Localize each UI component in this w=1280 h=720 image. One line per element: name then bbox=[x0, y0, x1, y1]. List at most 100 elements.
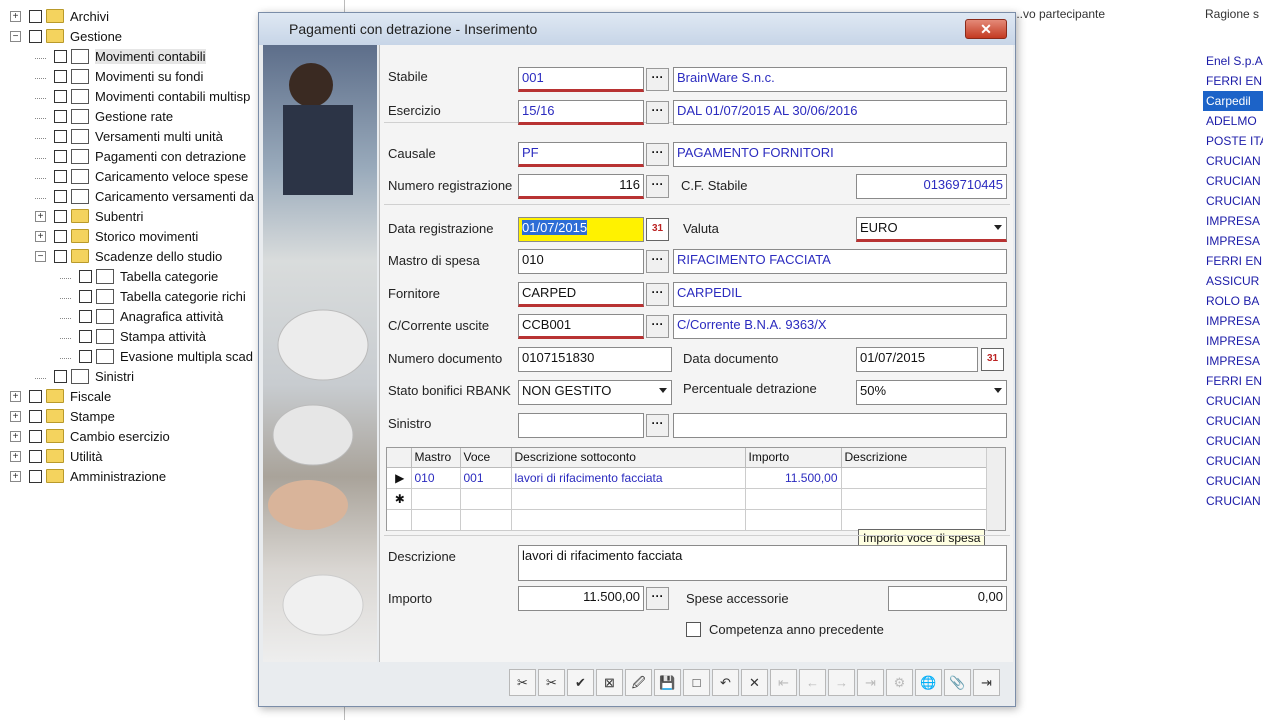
esercizio-lookup-button[interactable]: ··· bbox=[646, 101, 669, 124]
first-record-icon[interactable]: ⇤ bbox=[770, 669, 797, 696]
grid-cell-empty[interactable] bbox=[745, 488, 842, 510]
tree-item-checkbox[interactable] bbox=[79, 349, 92, 363]
numero-documento-field[interactable]: 0107151830 bbox=[518, 347, 672, 372]
tree-item[interactable]: Movimenti contabili multisp bbox=[35, 86, 250, 106]
list-item[interactable]: CRUCIAN bbox=[1203, 191, 1263, 211]
dialog-titlebar[interactable]: Pagamenti con detrazione - Inserimento ✕ bbox=[259, 13, 1015, 45]
tree-item[interactable]: Tabella categorie richi bbox=[60, 286, 246, 306]
list-item[interactable]: IMPRESA bbox=[1203, 211, 1263, 231]
causale-lookup-button[interactable]: ··· bbox=[646, 143, 669, 166]
importo-lookup-button[interactable]: ··· bbox=[646, 587, 669, 610]
causale-code-field[interactable]: PF bbox=[518, 142, 644, 167]
settings-icon[interactable]: ⚙ bbox=[886, 669, 913, 696]
tree-item[interactable]: + Utilità bbox=[10, 446, 103, 466]
column-header-partecipante[interactable]: ...vo partecipante bbox=[1013, 0, 1105, 28]
grid-cell-empty[interactable] bbox=[511, 488, 746, 510]
calendar-icon[interactable]: 31 bbox=[981, 348, 1004, 371]
cut-alt-icon[interactable]: ✂ bbox=[538, 669, 565, 696]
grid-header-descrizione-sottoconto[interactable]: Descrizione sottoconto bbox=[511, 448, 746, 468]
sinistro-desc-field[interactable] bbox=[673, 413, 1007, 438]
tree-item[interactable]: Versamenti multi unità bbox=[35, 126, 223, 146]
table-row-new[interactable]: ✱ bbox=[387, 488, 988, 510]
collapse-icon[interactable]: − bbox=[35, 250, 46, 262]
tree-item[interactable]: + Cambio esercizio bbox=[10, 426, 170, 446]
tree-item[interactable]: Caricamento versamenti da bbox=[35, 186, 254, 206]
tree-item-checkbox[interactable] bbox=[79, 309, 92, 323]
numero-registrazione-field[interactable]: 116 bbox=[518, 174, 644, 199]
fornitore-desc-field[interactable]: CARPEDIL bbox=[673, 282, 1007, 307]
expand-icon[interactable]: + bbox=[10, 470, 21, 482]
tree-item-checkbox[interactable] bbox=[54, 49, 67, 63]
list-item[interactable]: CRUCIAN bbox=[1203, 151, 1263, 171]
sinistro-code-field[interactable] bbox=[518, 413, 644, 438]
grid-cell-empty[interactable] bbox=[460, 488, 512, 510]
tree-item[interactable]: Movimenti contabili bbox=[35, 46, 206, 66]
collapse-icon[interactable]: − bbox=[10, 30, 21, 42]
list-item[interactable]: CRUCIAN bbox=[1203, 391, 1263, 411]
causale-desc-field[interactable]: PAGAMENTO FORNITORI bbox=[673, 142, 1007, 167]
tree-item[interactable]: Gestione rate bbox=[35, 106, 173, 126]
tree-item[interactable]: Tabella categorie bbox=[60, 266, 218, 286]
list-item[interactable]: POSTE ITA bbox=[1203, 131, 1263, 151]
list-item[interactable]: CRUCIAN bbox=[1203, 171, 1263, 191]
tree-item-checkbox[interactable] bbox=[29, 449, 42, 463]
tree-item[interactable]: + Amministrazione bbox=[10, 466, 166, 486]
save-icon[interactable]: 💾 bbox=[654, 669, 681, 696]
data-documento-field[interactable]: 01/07/2015 bbox=[856, 347, 978, 372]
grid-cell-mastro[interactable]: 010 bbox=[411, 467, 461, 489]
list-item[interactable]: CRUCIAN bbox=[1203, 491, 1263, 511]
tree-item-checkbox[interactable] bbox=[29, 9, 42, 23]
stato-bonifici-select[interactable]: NON GESTITO bbox=[518, 380, 672, 405]
tree-item-checkbox[interactable] bbox=[79, 329, 92, 343]
tree-item-checkbox[interactable] bbox=[54, 249, 67, 263]
data-registrazione-field[interactable]: 01/07/2015 bbox=[518, 217, 644, 242]
esercizio-desc-field[interactable]: DAL 01/07/2015 AL 30/06/2016 bbox=[673, 100, 1007, 125]
cut-icon[interactable]: ✂ bbox=[509, 669, 536, 696]
list-item[interactable]: IMPRESA bbox=[1203, 311, 1263, 331]
grid-header-mastro[interactable]: Mastro bbox=[411, 448, 461, 468]
stabile-desc-field[interactable]: BrainWare S.n.c. bbox=[673, 67, 1007, 92]
undo-icon[interactable]: ↶ bbox=[712, 669, 739, 696]
expand-icon[interactable]: + bbox=[10, 450, 21, 462]
tree-item[interactable]: Evasione multipla scad bbox=[60, 346, 253, 366]
spese-accessorie-field[interactable]: 0,00 bbox=[888, 586, 1007, 611]
list-item[interactable]: IMPRESA bbox=[1203, 351, 1263, 371]
expand-icon[interactable]: + bbox=[10, 430, 21, 442]
list-item[interactable]: ASSICUR bbox=[1203, 271, 1263, 291]
tree-item[interactable]: Stampa attività bbox=[60, 326, 206, 346]
importo-field[interactable]: 11.500,00 bbox=[518, 586, 644, 611]
list-item[interactable]: Enel S.p.A bbox=[1203, 51, 1263, 71]
tree-item[interactable]: Caricamento veloce spese bbox=[35, 166, 248, 186]
tree-item-checkbox[interactable] bbox=[54, 229, 67, 243]
list-item[interactable]: FERRI ENI bbox=[1203, 71, 1263, 91]
close-button[interactable]: ✕ bbox=[965, 19, 1007, 39]
list-item[interactable]: CRUCIAN bbox=[1203, 411, 1263, 431]
grid-cell-voce[interactable]: 001 bbox=[460, 467, 512, 489]
tree-item-checkbox[interactable] bbox=[29, 429, 42, 443]
delete-record-icon[interactable]: ⊠ bbox=[596, 669, 623, 696]
list-item[interactable]: CRUCIAN bbox=[1203, 471, 1263, 491]
grid-cell-descrizione-sottoconto[interactable]: lavori di rifacimento facciata bbox=[511, 467, 746, 489]
expense-grid[interactable]: Mastro Voce Descrizione sottoconto Impor… bbox=[386, 447, 1006, 531]
last-record-icon[interactable]: ⇥ bbox=[857, 669, 884, 696]
list-item[interactable]: IMPRESA bbox=[1203, 231, 1263, 251]
list-item[interactable]: FERRI ENI bbox=[1203, 371, 1263, 391]
tree-item-checkbox[interactable] bbox=[54, 169, 67, 183]
tree-item-checkbox[interactable] bbox=[54, 149, 67, 163]
tree-item[interactable]: + Storico movimenti bbox=[35, 226, 198, 246]
expand-icon[interactable]: + bbox=[35, 210, 46, 222]
previous-record-icon[interactable]: ← bbox=[799, 669, 826, 696]
tree-item-checkbox[interactable] bbox=[29, 29, 42, 43]
expand-icon[interactable]: + bbox=[10, 410, 21, 422]
list-item[interactable]: IMPRESA bbox=[1203, 331, 1263, 351]
list-item[interactable]: FERRI ENI bbox=[1203, 251, 1263, 271]
grid-cell-empty[interactable] bbox=[841, 488, 988, 510]
tree-item-checkbox[interactable] bbox=[54, 89, 67, 103]
tree-item[interactable]: + Stampe bbox=[10, 406, 115, 426]
descrizione-field[interactable]: lavori di rifacimento facciata bbox=[518, 545, 1007, 581]
table-row[interactable]: ▶ 010 001 lavori di rifacimento facciata… bbox=[387, 467, 988, 489]
grid-header-importo[interactable]: Importo bbox=[745, 448, 842, 468]
globe-icon[interactable]: 🌐 bbox=[915, 669, 942, 696]
tree-item[interactable]: Anagrafica attività bbox=[60, 306, 223, 326]
cc-uscite-lookup-button[interactable]: ··· bbox=[646, 315, 669, 338]
